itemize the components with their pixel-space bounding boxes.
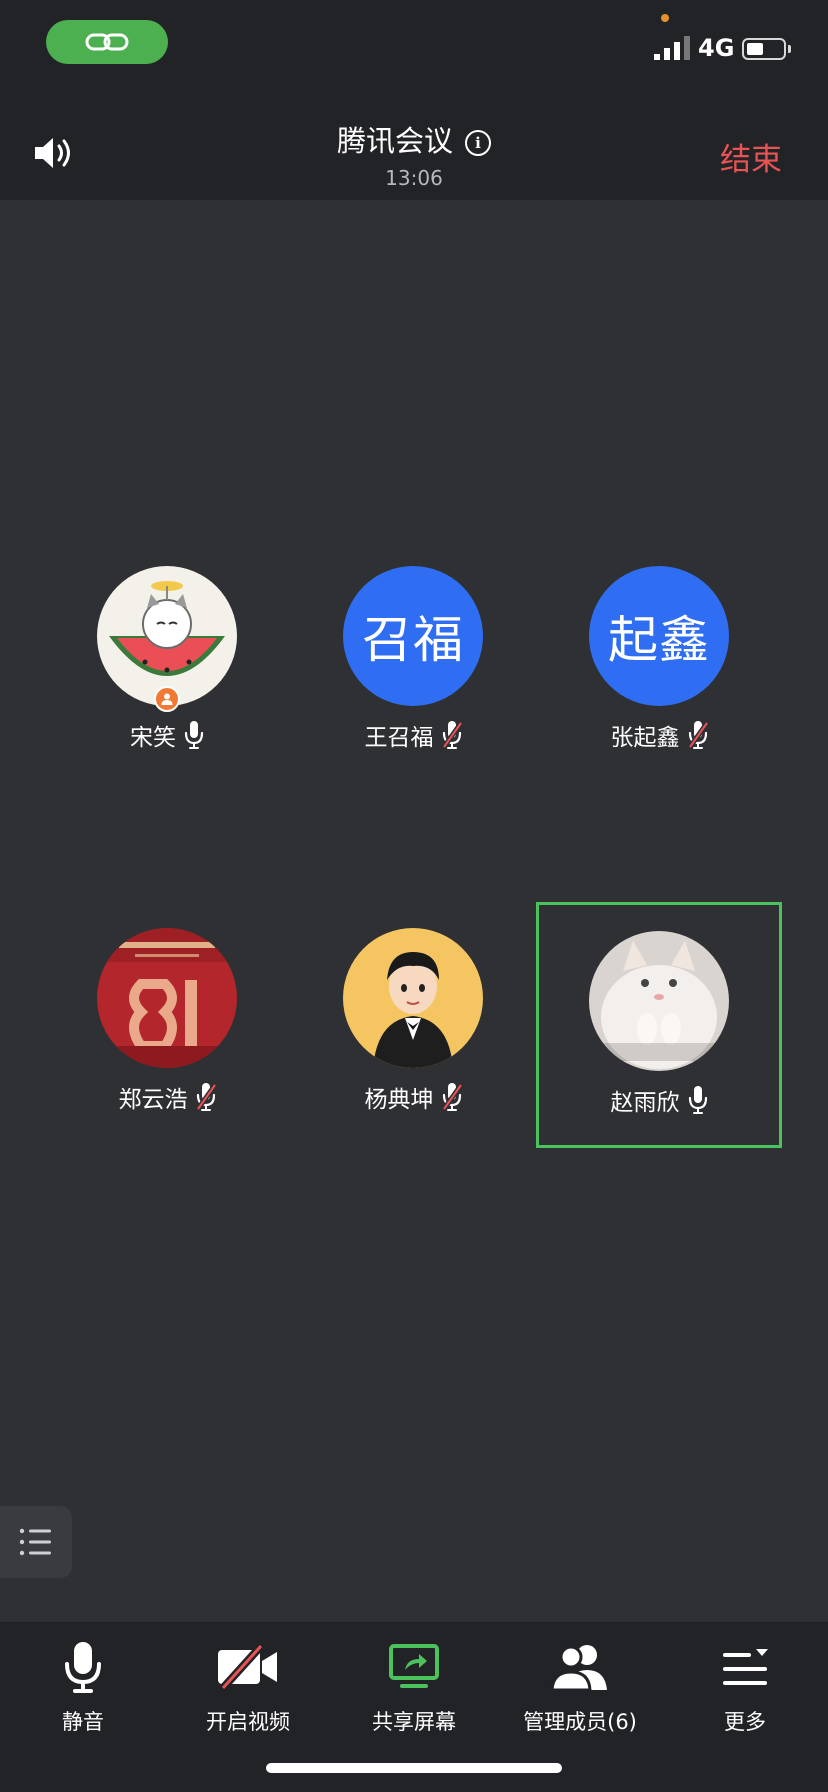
participant-name: 赵雨欣 (610, 1090, 680, 1116)
participant-name: 宋笑 (130, 725, 176, 751)
participant-tile[interactable]: 宋笑 (44, 540, 290, 786)
participant-tile[interactable]: 召福王召福 (290, 540, 536, 786)
manage-members-label: 管理成员(6) (523, 1710, 637, 1734)
list-icon (19, 1528, 51, 1556)
participant-name-row: 张起鑫 (536, 718, 782, 752)
info-icon[interactable]: i (465, 130, 491, 156)
home-indicator[interactable] (266, 1763, 562, 1773)
end-meeting-button[interactable]: 结束 (720, 134, 782, 179)
link-icon[interactable] (46, 20, 168, 64)
mic-muted-icon (441, 1082, 462, 1112)
top-bar: 4G 腾讯会议 i 13:06 结束 (0, 0, 828, 200)
participant-name-row: 赵雨欣 (539, 1083, 779, 1117)
participant-tile[interactable]: 赵雨欣 (536, 902, 782, 1148)
meeting-timer: 13:06 (385, 166, 443, 190)
manage-members-button[interactable]: 管理成员(6) (500, 1634, 660, 1744)
avatar: 召福 (343, 566, 483, 706)
mic-muted-icon (441, 720, 462, 750)
mute-label: 静音 (62, 1710, 104, 1734)
start-video-label: 开启视频 (206, 1710, 290, 1734)
avatar (589, 931, 729, 1071)
network-type: 4G (698, 34, 735, 62)
microphone-icon (65, 1642, 101, 1693)
more-label: 更多 (724, 1710, 766, 1734)
mic-muted-icon (195, 1082, 216, 1112)
avatar: 起鑫 (589, 566, 729, 706)
mute-button[interactable]: 静音 (3, 1634, 163, 1744)
battery-level (747, 43, 763, 55)
share-screen-icon (389, 1644, 439, 1688)
participant-name: 张起鑫 (610, 725, 680, 751)
avatar (343, 928, 483, 1068)
battery-icon (742, 38, 791, 60)
participant-name: 杨典坤 (364, 1087, 434, 1113)
host-badge-icon (154, 686, 180, 712)
share-screen-label: 共享屏幕 (372, 1710, 456, 1734)
avatar (97, 928, 237, 1068)
meeting-title-area: 腾讯会议 i (0, 118, 828, 160)
more-button[interactable]: 更多 (665, 1634, 825, 1744)
avatar (97, 566, 237, 706)
microphone-icon (688, 1085, 708, 1115)
microphone-icon (184, 720, 204, 750)
privacy-indicator-dot (661, 14, 669, 22)
participant-tile[interactable]: 郑云浩 (44, 902, 290, 1148)
participant-tile[interactable]: 杨典坤 (290, 902, 536, 1148)
participant-name-row: 郑云浩 (44, 1080, 290, 1114)
mic-muted-icon (687, 720, 708, 750)
video-off-icon (218, 1644, 277, 1690)
members-icon (551, 1645, 607, 1692)
participant-name: 郑云浩 (118, 1087, 188, 1113)
signal-icon (654, 36, 690, 60)
participant-tile[interactable]: 起鑫张起鑫 (536, 540, 782, 786)
participant-name-row: 杨典坤 (290, 1080, 536, 1114)
start-video-button[interactable]: 开启视频 (168, 1634, 328, 1744)
participant-name-row: 王召福 (290, 718, 536, 752)
chat-list-button[interactable] (0, 1506, 72, 1578)
share-screen-button[interactable]: 共享屏幕 (334, 1634, 494, 1744)
meeting-title: 腾讯会议 (336, 124, 453, 158)
more-menu-icon (723, 1649, 768, 1685)
meeting-screen: 4G 腾讯会议 i 13:06 结束 宋笑 召福 王召福 起鑫 张起鑫 郑云浩 杨典坤 赵雨欣 (0, 0, 828, 1792)
participant-name-row: 宋笑 (44, 718, 290, 752)
participant-name: 王召福 (364, 725, 434, 751)
